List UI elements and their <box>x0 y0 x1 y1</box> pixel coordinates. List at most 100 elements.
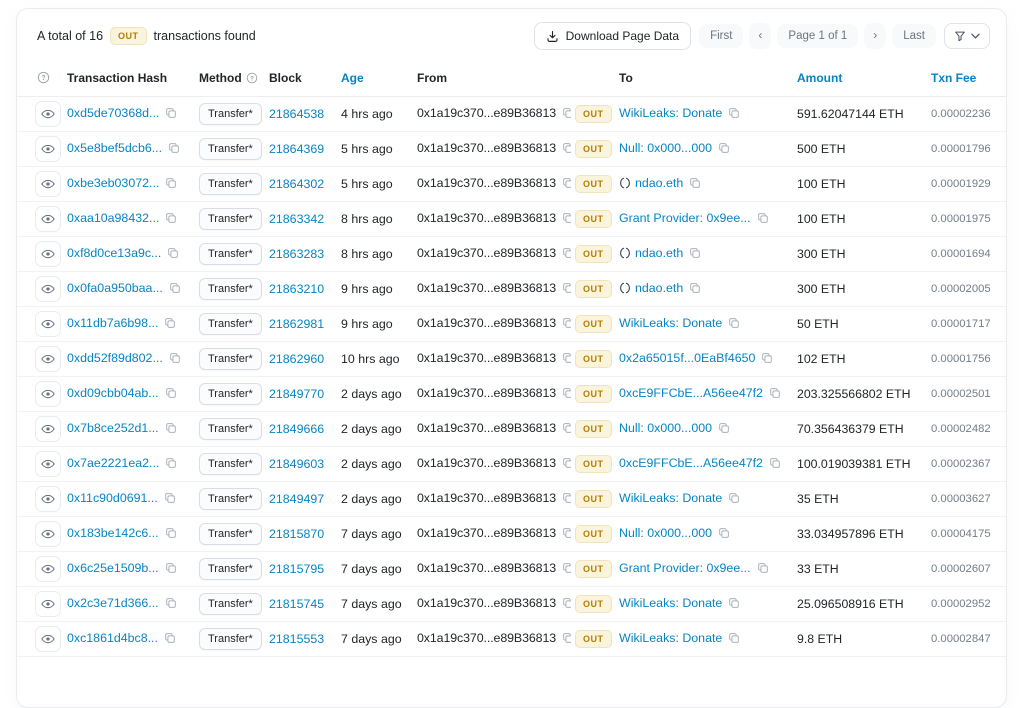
copy-to-button[interactable] <box>718 142 730 157</box>
copy-hash-button[interactable] <box>169 352 181 367</box>
copy-from-button[interactable] <box>562 527 571 542</box>
block-link[interactable]: 21815745 <box>269 597 324 611</box>
eye-details-button[interactable] <box>35 521 61 547</box>
tx-hash-link[interactable]: 0xaa10a98432... <box>67 211 159 225</box>
copy-from-button[interactable] <box>562 107 571 122</box>
copy-hash-button[interactable] <box>169 282 181 297</box>
block-link[interactable]: 21815870 <box>269 527 324 541</box>
to-address-link[interactable]: ndao.eth <box>635 176 683 190</box>
copy-hash-button[interactable] <box>165 562 177 577</box>
copy-to-button[interactable] <box>728 107 740 122</box>
block-link[interactable]: 21815795 <box>269 562 324 576</box>
to-address-link[interactable]: WikiLeaks: Donate <box>619 106 722 120</box>
tx-hash-link[interactable]: 0x11db7a6b98... <box>67 316 158 330</box>
tx-hash-link[interactable]: 0x7b8ce252d1... <box>67 421 159 435</box>
eye-details-button[interactable] <box>35 311 61 337</box>
filter-button[interactable] <box>944 23 990 49</box>
download-page-data-button[interactable]: Download Page Data <box>534 22 691 50</box>
copy-from-button[interactable] <box>562 317 571 332</box>
copy-from-button[interactable] <box>562 492 571 507</box>
copy-hash-button[interactable] <box>165 597 177 612</box>
to-address-link[interactable]: WikiLeaks: Donate <box>619 631 722 645</box>
copy-to-button[interactable] <box>728 317 740 332</box>
block-link[interactable]: 21863342 <box>269 212 324 226</box>
copy-from-button[interactable] <box>562 282 571 297</box>
block-link[interactable]: 21849770 <box>269 387 324 401</box>
block-link[interactable]: 21863283 <box>269 247 324 261</box>
eye-details-button[interactable] <box>35 451 61 477</box>
to-address-link[interactable]: Grant Provider: 0x9ee... <box>619 561 751 575</box>
eye-details-button[interactable] <box>35 381 61 407</box>
pagination-last-button[interactable]: Last <box>892 24 936 49</box>
copy-from-button[interactable] <box>562 212 571 227</box>
copy-to-button[interactable] <box>728 597 740 612</box>
eye-details-button[interactable] <box>35 136 61 162</box>
block-link[interactable]: 21849666 <box>269 422 324 436</box>
to-address-link[interactable]: Null: 0x000...000 <box>619 526 712 540</box>
eye-details-button[interactable] <box>35 416 61 442</box>
pagination-prev-button[interactable]: ‹ <box>749 23 771 48</box>
eye-details-button[interactable] <box>35 556 61 582</box>
pagination-first-button[interactable]: First <box>699 24 743 49</box>
copy-to-button[interactable] <box>728 492 740 507</box>
copy-to-button[interactable] <box>769 387 781 402</box>
copy-from-button[interactable] <box>562 387 571 402</box>
copy-to-button[interactable] <box>769 457 781 472</box>
tx-hash-link[interactable]: 0xd09cbb04ab... <box>67 386 159 400</box>
copy-hash-button[interactable] <box>165 457 177 472</box>
copy-from-button[interactable] <box>562 562 571 577</box>
pagination-next-button[interactable]: › <box>864 23 886 48</box>
copy-from-button[interactable] <box>562 457 571 472</box>
tx-hash-link[interactable]: 0xc1861d4bc8... <box>67 631 158 645</box>
copy-to-button[interactable] <box>689 177 701 192</box>
copy-hash-button[interactable] <box>165 212 177 227</box>
to-address-link[interactable]: ndao.eth <box>635 281 683 295</box>
copy-from-button[interactable] <box>562 177 571 192</box>
copy-hash-button[interactable] <box>167 247 179 262</box>
to-address-link[interactable]: 0xcE9FFCbE...A56ee47f2 <box>619 386 763 400</box>
copy-to-button[interactable] <box>718 527 730 542</box>
block-link[interactable]: 21862960 <box>269 352 324 366</box>
tx-hash-link[interactable]: 0xbe3eb03072... <box>67 176 159 190</box>
copy-to-button[interactable] <box>689 282 701 297</box>
copy-hash-button[interactable] <box>165 177 177 192</box>
eye-details-button[interactable] <box>35 171 61 197</box>
block-link[interactable]: 21864538 <box>269 107 324 121</box>
to-address-link[interactable]: WikiLeaks: Donate <box>619 316 722 330</box>
copy-from-button[interactable] <box>562 352 571 367</box>
tx-hash-link[interactable]: 0xdd52f89d802... <box>67 351 163 365</box>
eye-details-button[interactable] <box>35 346 61 372</box>
copy-hash-button[interactable] <box>165 422 177 437</box>
block-link[interactable]: 21862981 <box>269 317 324 331</box>
to-address-link[interactable]: ndao.eth <box>635 246 683 260</box>
copy-hash-button[interactable] <box>164 632 176 647</box>
block-link[interactable]: 21849497 <box>269 492 324 506</box>
eye-details-button[interactable] <box>35 591 61 617</box>
eye-details-button[interactable] <box>35 101 61 127</box>
eye-details-button[interactable] <box>35 486 61 512</box>
copy-from-button[interactable] <box>562 247 571 262</box>
tx-hash-link[interactable]: 0x2c3e71d366... <box>67 596 159 610</box>
block-link[interactable]: 21864369 <box>269 142 324 156</box>
copy-from-button[interactable] <box>562 597 571 612</box>
copy-hash-button[interactable] <box>164 492 176 507</box>
tx-hash-link[interactable]: 0x183be142c6... <box>67 526 159 540</box>
tx-hash-link[interactable]: 0x0fa0a950baa... <box>67 281 163 295</box>
header-age[interactable]: Age <box>337 62 413 97</box>
block-link[interactable]: 21849603 <box>269 457 324 471</box>
block-link[interactable]: 21815553 <box>269 632 324 646</box>
header-amount[interactable]: Amount <box>793 62 927 97</box>
to-address-link[interactable]: 0xcE9FFCbE...A56ee47f2 <box>619 456 763 470</box>
tx-hash-link[interactable]: 0x5e8bef5dcb6... <box>67 141 162 155</box>
header-txn-fee[interactable]: Txn Fee <box>927 62 1006 97</box>
tx-hash-link[interactable]: 0x11c90d0691... <box>67 491 158 505</box>
eye-details-button[interactable] <box>35 241 61 267</box>
to-address-link[interactable]: WikiLeaks: Donate <box>619 491 722 505</box>
copy-to-button[interactable] <box>757 212 769 227</box>
copy-to-button[interactable] <box>689 247 701 262</box>
copy-to-button[interactable] <box>757 562 769 577</box>
copy-from-button[interactable] <box>562 632 571 647</box>
block-link[interactable]: 21863210 <box>269 282 324 296</box>
to-address-link[interactable]: WikiLeaks: Donate <box>619 596 722 610</box>
copy-hash-button[interactable] <box>165 527 177 542</box>
